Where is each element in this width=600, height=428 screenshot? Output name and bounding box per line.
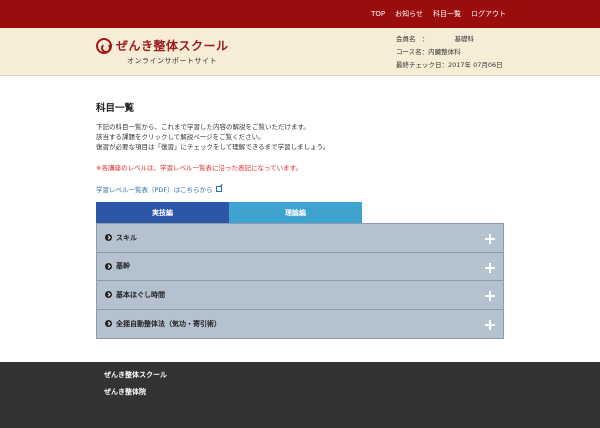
course-name: コース名：内臓整体科 [396, 48, 461, 56]
nav-top-link[interactable]: TOP [371, 8, 385, 20]
nav-logout-link[interactable]: ログアウト [471, 8, 506, 20]
accordion-item-basic-loosening[interactable]: 基本ほぐし時間 [97, 281, 503, 310]
member-value: 基礎科 [454, 35, 475, 43]
logo-mark-icon [96, 37, 112, 54]
accordion-item-skill[interactable]: スキル [97, 224, 503, 253]
plus-icon[interactable] [485, 291, 495, 301]
pdf-link[interactable]: 学習レベル一覧表（PDF）はこちらから [96, 184, 506, 194]
logo-subtitle: オンラインサポートサイト [127, 57, 217, 65]
plus-icon[interactable] [485, 319, 495, 330]
chevron-circle-icon [105, 234, 112, 242]
nav-subjects-link[interactable]: 科目一覧 [433, 8, 461, 20]
member-label: 会員名 ： [396, 35, 429, 43]
site-header [0, 28, 600, 76]
top-nav: TOP お知らせ 科目一覧 ログアウト [371, 8, 506, 20]
level-notice: ※各講座のレベルは、学習レベル一覧表に沿った表記になっています。 [96, 164, 302, 172]
nav-news-link[interactable]: お知らせ [395, 8, 423, 20]
chevron-circle-icon [105, 291, 112, 299]
subject-accordion: スキル 基幹 基本ほぐし時間 全揺自動整体法（気功・寄引術） [96, 223, 504, 339]
accordion-item-auto-seitai[interactable]: 全揺自動整体法（気功・寄引術） [97, 309, 503, 338]
accordion-label: 基本ほぐし時間 [116, 290, 165, 299]
external-link-icon [215, 186, 222, 192]
site-logo[interactable]: ぜんき整体スクール [96, 37, 229, 54]
main-content: 科目一覧 下記の科目一覧から、これまで学習した内容の解説をご覧いただけます。 該… [96, 100, 506, 194]
tab-practical[interactable]: 実技編 [96, 202, 229, 224]
description-line-3: 復習が必要な項目は「復習」にチェックをして理解できるまで学習しましょう。 [96, 143, 330, 151]
accordion-label: スキル [116, 233, 137, 242]
site-footer: ぜんき整体スクール ぜんき整体院 [0, 362, 600, 428]
description-line-2: 該当する課題をクリックして解説ページをご覧ください。 [96, 133, 265, 141]
user-info: 会員名 ： 基礎科 コース名：内臓整体科 最終チェック日：2017年 07月06… [396, 33, 503, 72]
last-check-date: 最終チェック日：2017年 07月06日 [396, 61, 503, 69]
footer-link-school[interactable]: ぜんき整体スクール [104, 370, 167, 380]
tab-theory[interactable]: 理論編 [229, 202, 362, 224]
plus-icon[interactable] [485, 234, 495, 244]
accordion-label: 基幹 [116, 262, 130, 271]
logo-title: ぜんき整体スクール [116, 39, 229, 53]
accordion-item-core[interactable]: 基幹 [97, 252, 503, 281]
chevron-circle-icon [105, 320, 112, 328]
accordion-label: 全揺自動整体法（気功・寄引術） [116, 319, 221, 328]
pdf-link-label: 学習レベル一覧表（PDF）はこちらから [96, 186, 213, 194]
page-title: 科目一覧 [96, 103, 135, 114]
subject-tabs: 実技編 理論編 [96, 202, 362, 224]
chevron-circle-icon [105, 262, 112, 270]
top-bar: TOP お知らせ 科目一覧 ログアウト [0, 0, 600, 28]
description-line-1: 下記の科目一覧から、これまで学習した内容の解説をご覧いただけます。 [96, 123, 310, 131]
plus-icon[interactable] [485, 262, 495, 273]
footer-link-clinic[interactable]: ぜんき整体院 [104, 387, 146, 397]
